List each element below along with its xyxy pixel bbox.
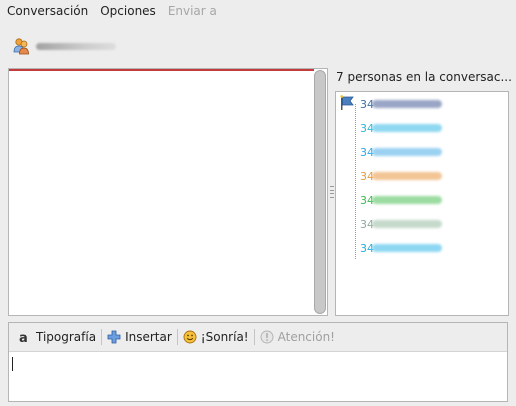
participant-number-prefix: 34 xyxy=(360,121,374,135)
menu-bar: Conversación Opciones Enviar a xyxy=(0,0,516,22)
participant-item[interactable]: 34 xyxy=(360,192,442,208)
menu-opciones[interactable]: Opciones xyxy=(94,0,162,22)
participant-name-blurred xyxy=(372,220,442,228)
participant-name-blurred xyxy=(372,124,442,132)
insert-button[interactable]: Insertar xyxy=(104,326,175,348)
participant-item[interactable]: 34 xyxy=(360,120,442,136)
participant-number-prefix: 34 xyxy=(360,169,374,183)
toolbar-separator xyxy=(253,329,255,345)
message-text-field[interactable] xyxy=(9,352,507,401)
participant-item[interactable]: 34 xyxy=(360,144,442,160)
attention-button-label: Atención! xyxy=(277,330,335,344)
message-input-area: a Tipografía Insertar ¡Sonría! Atención! xyxy=(8,322,508,402)
participant-number-prefix: 34 xyxy=(360,217,374,231)
smile-button[interactable]: ¡Sonría! xyxy=(180,326,252,348)
contact-name-blurred xyxy=(36,42,116,50)
font-icon: a xyxy=(19,331,28,344)
participant-item[interactable]: 34 xyxy=(360,96,442,112)
participant-name-blurred xyxy=(372,148,442,156)
participant-item[interactable]: 34 xyxy=(360,240,442,256)
participant-name-blurred xyxy=(372,244,442,252)
font-button[interactable]: a Tipografía xyxy=(15,326,99,348)
participant-name-blurred xyxy=(372,100,442,108)
tree-connector xyxy=(355,104,356,259)
participant-number-prefix: 34 xyxy=(360,241,374,255)
attention-icon xyxy=(260,330,274,344)
toolbar-separator xyxy=(101,329,103,345)
text-caret xyxy=(12,357,13,371)
plus-icon xyxy=(107,330,121,344)
toolbar-separator xyxy=(176,329,178,345)
participant-item[interactable]: 34 xyxy=(360,168,442,184)
participants-list[interactable]: 34 34 34 34 34 34 34 xyxy=(335,91,509,316)
pane-resize-handle[interactable] xyxy=(330,186,334,198)
font-button-label: Tipografía xyxy=(36,330,97,344)
insert-button-label: Insertar xyxy=(125,330,172,344)
group-contacts-icon xyxy=(13,38,29,55)
owner-flag-icon xyxy=(340,95,354,110)
chat-history[interactable] xyxy=(8,68,328,316)
format-toolbar: a Tipografía Insertar ¡Sonría! Atención! xyxy=(9,323,507,352)
participant-name-blurred xyxy=(372,196,442,204)
menu-enviar-a[interactable]: Enviar a xyxy=(162,0,223,22)
participants-count-label: 7 personas en la conversac... xyxy=(336,70,512,84)
smiley-icon xyxy=(183,330,197,344)
chat-scrollbar[interactable] xyxy=(314,70,326,314)
svg-text:a: a xyxy=(19,331,28,344)
chat-top-accent xyxy=(9,69,314,71)
participant-number-prefix: 34 xyxy=(360,145,374,159)
menu-conversacion[interactable]: Conversación xyxy=(0,0,94,22)
participant-number-prefix: 34 xyxy=(360,97,374,111)
participant-number-prefix: 34 xyxy=(360,193,374,207)
smile-button-label: ¡Sonría! xyxy=(200,330,249,344)
attention-button[interactable]: Atención! xyxy=(257,326,338,348)
participant-item[interactable]: 34 xyxy=(360,216,442,232)
conversation-header xyxy=(12,36,152,56)
participant-name-blurred xyxy=(372,172,442,180)
